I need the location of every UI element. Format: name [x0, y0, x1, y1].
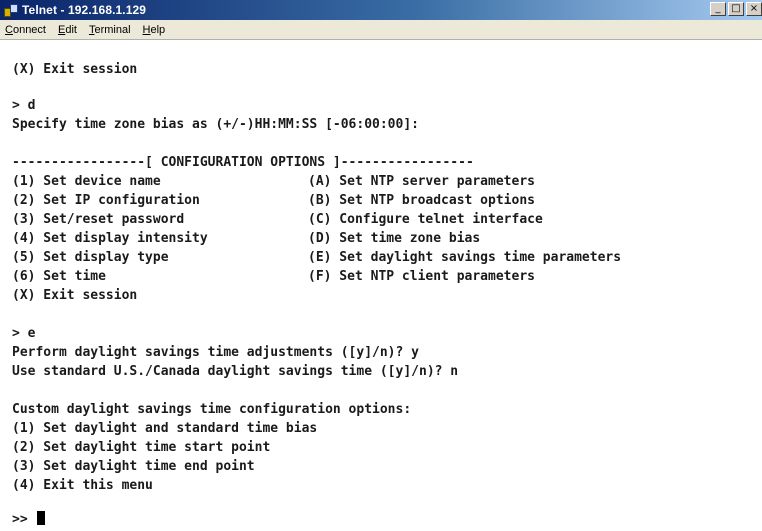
config-option: (5) Set display type	[12, 250, 169, 265]
title-bar[interactable]: Telnet - 192.168.1.129 _ □ ×	[0, 0, 762, 20]
command-prompt-line[interactable]: >>	[12, 510, 46, 529]
config-option: (6) Set time	[12, 269, 106, 284]
config-option: (C) Configure telnet interface	[308, 212, 543, 227]
terminal-screen[interactable]: (X) Exit session > d Specify time zone b…	[0, 40, 762, 531]
text-cursor	[37, 511, 46, 525]
custom-option: (3) Set daylight time end point	[12, 459, 255, 474]
config-option: (D) Set time zone bias	[308, 231, 481, 246]
custom-options-header: Custom daylight savings time configurati…	[12, 402, 412, 417]
command-prompt: >>	[12, 512, 36, 527]
config-option: (B) Set NTP broadcast options	[308, 193, 535, 208]
config-option: (2) Set IP configuration	[12, 193, 200, 208]
menu-bar: Connect Edit Terminal Help	[0, 20, 762, 40]
custom-option: (2) Set daylight time start point	[12, 440, 271, 455]
config-option: (F) Set NTP client parameters	[308, 269, 535, 284]
terminal-line: (X) Exit session	[12, 62, 138, 77]
terminal-line: Perform daylight savings time adjustment…	[12, 345, 419, 360]
config-option: (A) Set NTP server parameters	[308, 174, 535, 189]
custom-option: (4) Exit this menu	[12, 478, 153, 493]
maximize-button[interactable]: □	[728, 2, 744, 16]
config-option: (E) Set daylight savings time parameters	[308, 250, 622, 265]
close-button[interactable]: ×	[746, 2, 762, 16]
config-options-header: -----------------[ CONFIGURATION OPTIONS…	[12, 155, 474, 170]
minimize-button[interactable]: _	[710, 2, 726, 16]
menu-connect[interactable]: Connect	[4, 24, 47, 36]
menu-help[interactable]: Help	[142, 24, 167, 36]
config-option: (3) Set/reset password	[12, 212, 185, 227]
terminal-line: > d	[12, 98, 36, 113]
menu-terminal[interactable]: Terminal	[88, 24, 132, 36]
telnet-app-icon	[4, 3, 18, 17]
terminal-line: > e	[12, 326, 36, 341]
config-option: (1) Set device name	[12, 174, 161, 189]
config-option: (X) Exit session	[12, 288, 138, 303]
telnet-window: Telnet - 192.168.1.129 _ □ × Connect Edi…	[0, 0, 762, 531]
window-controls: _ □ ×	[710, 2, 762, 16]
terminal-line: Use standard U.S./Canada daylight saving…	[12, 364, 459, 379]
custom-option: (1) Set daylight and standard time bias	[12, 421, 318, 436]
menu-edit[interactable]: Edit	[57, 24, 78, 36]
window-title: Telnet - 192.168.1.129	[22, 3, 147, 17]
terminal-line: Specify time zone bias as (+/-)HH:MM:SS …	[12, 117, 419, 132]
config-option: (4) Set display intensity	[12, 231, 208, 246]
